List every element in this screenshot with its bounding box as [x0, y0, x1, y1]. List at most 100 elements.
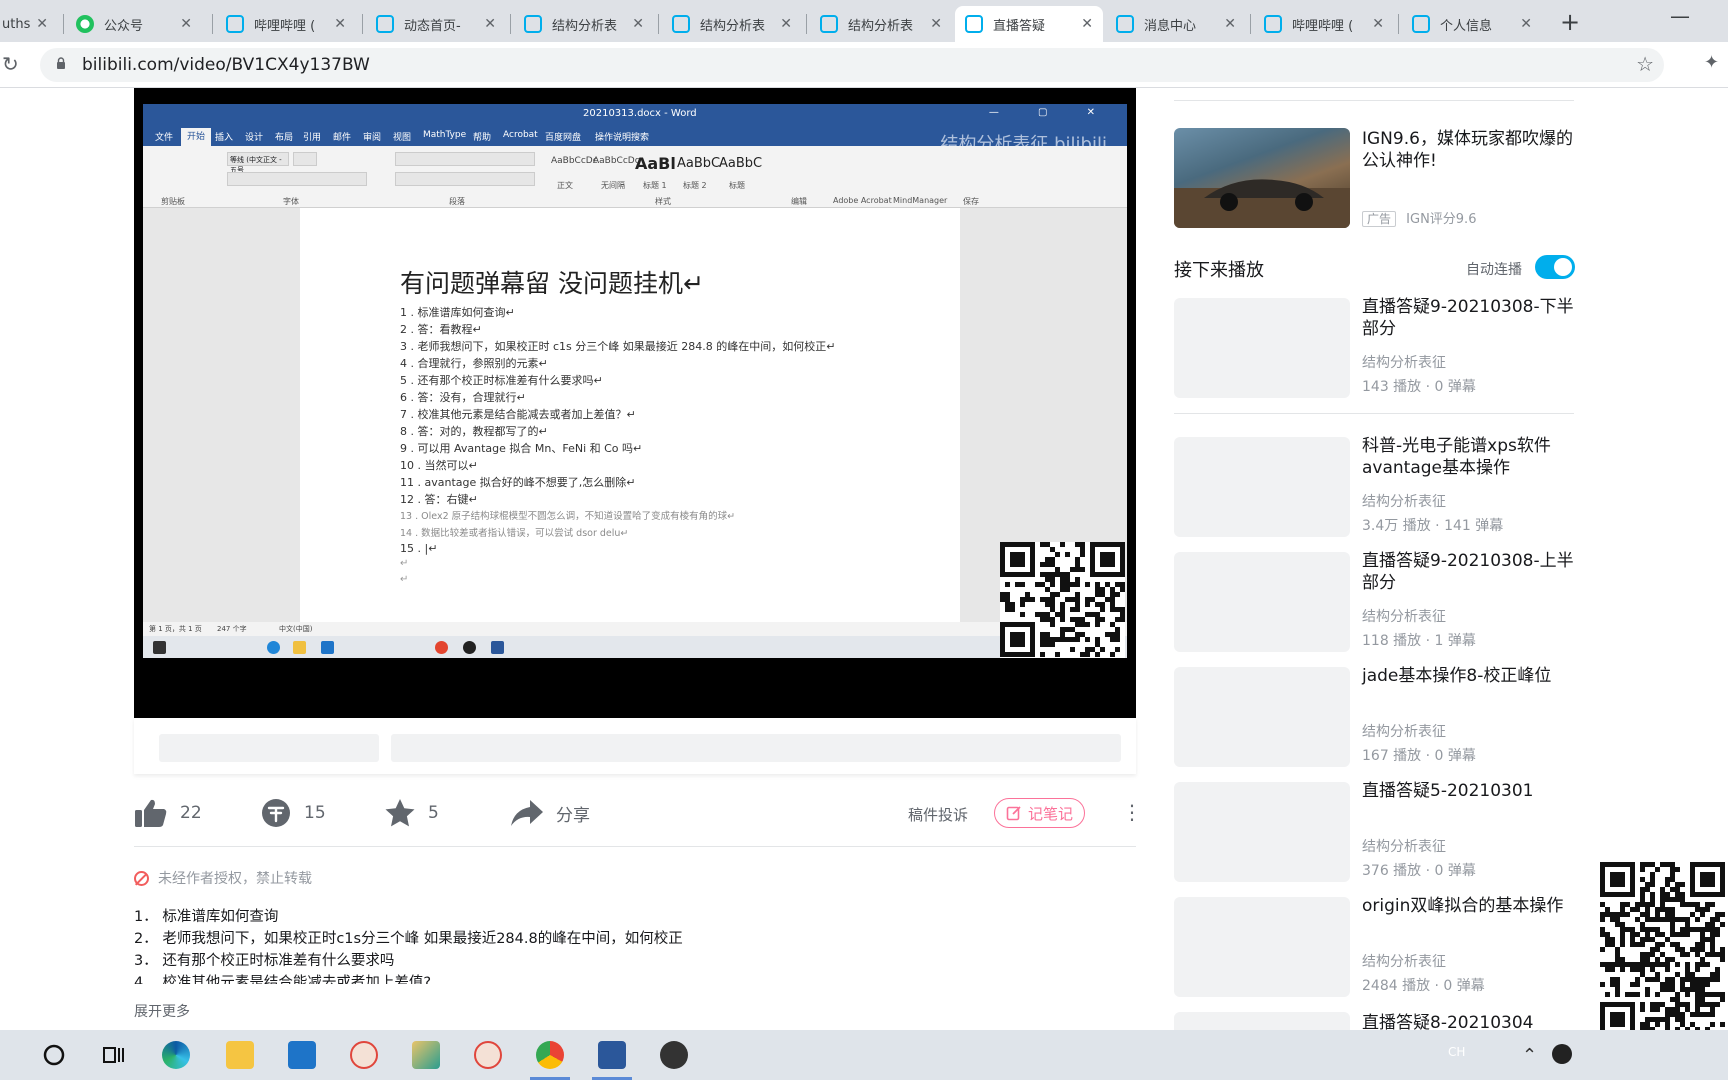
style-name: 标题 2 [683, 181, 707, 190]
uploader-name[interactable]: 结构分析表征 [1362, 721, 1446, 741]
browser-tab[interactable]: 公众号 ✕ [66, 6, 202, 42]
windows-taskbar: CH ⌃ [0, 1030, 1728, 1080]
browser-tab[interactable]: 哔哩哔哩 ( ✕ [216, 6, 356, 42]
coin-button[interactable]: 15 [260, 798, 326, 828]
recommended-video[interactable]: 直播答疑9-20210308-下半部分 结构分析表征 143 播放 · 0 弹幕 [1174, 297, 1574, 398]
share-label: 分享 [556, 805, 590, 826]
browser-tab-active[interactable]: 直播答疑 ✕ [955, 6, 1103, 42]
new-tab-button[interactable]: + [1560, 8, 1580, 36]
recommended-video[interactable]: 科普-光电子能谱xps软件avantage基本操作 结构分析表征 3.4万 播放… [1174, 436, 1574, 537]
close-icon[interactable]: ✕ [1081, 16, 1093, 32]
reload-icon[interactable]: ↻ [2, 52, 19, 76]
omnibox[interactable]: bilibili.com/video/BV1CX4y137BW ☆ [40, 48, 1664, 82]
danmaku-input-placeholder[interactable] [391, 734, 1121, 762]
app-icon[interactable] [350, 1041, 378, 1069]
share-button[interactable]: 分享 [510, 798, 590, 828]
take-note-button[interactable]: 记笔记 [994, 798, 1085, 828]
bookmark-star-icon[interactable]: ☆ [1636, 52, 1654, 76]
uploader-name[interactable]: 结构分析表征 [1362, 491, 1446, 511]
chrome-icon[interactable] [536, 1041, 564, 1069]
browser-tab[interactable]: 哔哩哔哩 ( ✕ [1254, 6, 1394, 42]
word-menu-item: 布局 [275, 133, 294, 143]
video-title[interactable]: origin双峰拟合的基本操作 [1362, 895, 1578, 917]
video-title[interactable]: jade基本操作8-校正峰位 [1362, 665, 1578, 687]
close-icon[interactable]: ✕ [930, 16, 942, 32]
take-note-label: 记笔记 [1027, 804, 1073, 823]
video-title[interactable]: 直播答疑9-20210308-上半部分 [1362, 550, 1578, 594]
video-thumbnail[interactable] [1174, 298, 1350, 398]
tab-label: 哔哩哔哩 ( [254, 18, 316, 34]
recommended-video[interactable]: 直播答疑8-20210304 [1174, 1012, 1574, 1030]
browser-tab[interactable]: 动态首页- ✕ [366, 6, 506, 42]
star-favorite-icon [385, 799, 415, 827]
bilibili-tv-icon [1412, 15, 1430, 33]
close-icon[interactable]: ✕ [780, 16, 792, 32]
uploader-name[interactable]: 结构分析表征 [1362, 951, 1446, 971]
recommended-video[interactable]: 直播答疑5-20210301 结构分析表征 376 播放 · 0 弹幕 [1174, 781, 1574, 882]
tab-label: 结构分析表 [552, 18, 618, 34]
browser-tab[interactable]: 结构分析表 ✕ [662, 6, 802, 42]
favorite-button[interactable]: 5 [384, 798, 439, 828]
uploader-name[interactable]: 结构分析表征 [1362, 352, 1446, 372]
snip-icon[interactable] [474, 1041, 502, 1069]
browser-tab[interactable]: 消息中心 ✕ [1106, 6, 1246, 42]
video-title[interactable]: 直播答疑9-20210308-下半部分 [1362, 296, 1578, 340]
cortana-icon[interactable] [40, 1041, 68, 1069]
obs-icon[interactable] [660, 1041, 688, 1069]
ad-title[interactable]: IGN9.6，媒体玩家都吹爆的公认神作! [1362, 128, 1582, 172]
video-thumbnail[interactable] [1174, 1012, 1350, 1030]
video-thumbnail[interactable] [1174, 782, 1350, 882]
uploader-name[interactable]: 结构分析表征 [1362, 836, 1446, 856]
video-thumbnail[interactable] [1174, 667, 1350, 767]
doc-line: 7 . 校准其他元素是结合能减去或者加上差值？↵ [400, 408, 636, 421]
video-thumbnail[interactable] [1174, 437, 1350, 537]
close-icon[interactable]: ✕ [484, 16, 496, 32]
browser-tab[interactable]: 结构分析表 ✕ [810, 6, 952, 42]
uploader-name[interactable]: 结构分析表征 [1362, 606, 1446, 626]
word-icon[interactable] [598, 1041, 626, 1069]
video-title[interactable]: 直播答疑8-20210304 [1362, 1012, 1574, 1030]
close-icon[interactable]: ✕ [334, 16, 346, 32]
recommended-video[interactable]: origin双峰拟合的基本操作 结构分析表征 2484 播放 · 0 弹幕 [1174, 896, 1574, 997]
close-icon[interactable]: ✕ [36, 16, 48, 32]
url-text[interactable]: bilibili.com/video/BV1CX4y137BW [82, 55, 370, 75]
ad-thumbnail[interactable] [1174, 128, 1350, 228]
edge-icon[interactable] [162, 1041, 190, 1069]
browser-tab[interactable]: 个人信息 ✕ [1402, 6, 1542, 42]
close-icon[interactable]: ✕ [1224, 16, 1236, 32]
bilibili-tv-icon [820, 15, 838, 33]
recommended-video[interactable]: jade基本操作8-校正峰位 结构分析表征 167 播放 · 0 弹幕 [1174, 666, 1574, 767]
extensions-icon[interactable]: ✦ [1704, 52, 1719, 73]
expand-more-link[interactable]: 展开更多 [134, 1001, 190, 1021]
browser-tab[interactable]: 结构分析表 ✕ [514, 6, 654, 42]
video-title[interactable]: 科普-光电子能谱xps软件avantage基本操作 [1362, 435, 1578, 479]
close-icon[interactable]: ✕ [1372, 16, 1384, 32]
autoplay-toggle[interactable] [1535, 255, 1575, 279]
close-icon[interactable]: ✕ [180, 16, 192, 32]
tray-expand-icon[interactable]: ⌃ [1522, 1045, 1537, 1066]
browser-tab[interactable]: uths ✕ [0, 6, 58, 42]
paint-icon[interactable] [412, 1041, 440, 1069]
doc-line: 14 . 数据比较差或者指认错误，可以尝试 dsor delu↵ [400, 528, 629, 539]
divider [134, 846, 1136, 847]
video-title[interactable]: 直播答疑5-20210301 [1362, 780, 1578, 802]
word-menu-item: 插入 [215, 133, 234, 143]
tab-label: 动态首页- [404, 18, 461, 34]
ad-badge: 广告 [1362, 211, 1397, 227]
like-button[interactable]: 22 [134, 798, 202, 828]
word-page: 有问题弹幕留 没问题挂机↵ 1 . 标准谱库如何查询↵ 2 . 答：看教程↵ 3… [300, 208, 960, 622]
video-thumbnail[interactable] [1174, 897, 1350, 997]
minimize-window-icon[interactable]: — [1670, 4, 1690, 28]
mail-icon[interactable] [288, 1041, 316, 1069]
bilibili-tv-icon [376, 15, 394, 33]
file-explorer-icon[interactable] [226, 1041, 254, 1069]
close-icon[interactable]: ✕ [1520, 16, 1532, 32]
obs-tray-icon[interactable] [1552, 1044, 1572, 1064]
task-view-icon[interactable] [100, 1041, 128, 1069]
recommended-video[interactable]: 直播答疑9-20210308-上半部分 结构分析表征 118 播放 · 1 弹幕 [1174, 551, 1574, 652]
video-thumbnail[interactable] [1174, 552, 1350, 652]
report-link[interactable]: 稿件投诉 [908, 804, 968, 825]
close-icon[interactable]: ✕ [632, 16, 644, 32]
more-options-icon[interactable]: ⋮ [1122, 800, 1142, 824]
input-method-indicator[interactable]: CH [1448, 1045, 1465, 1059]
